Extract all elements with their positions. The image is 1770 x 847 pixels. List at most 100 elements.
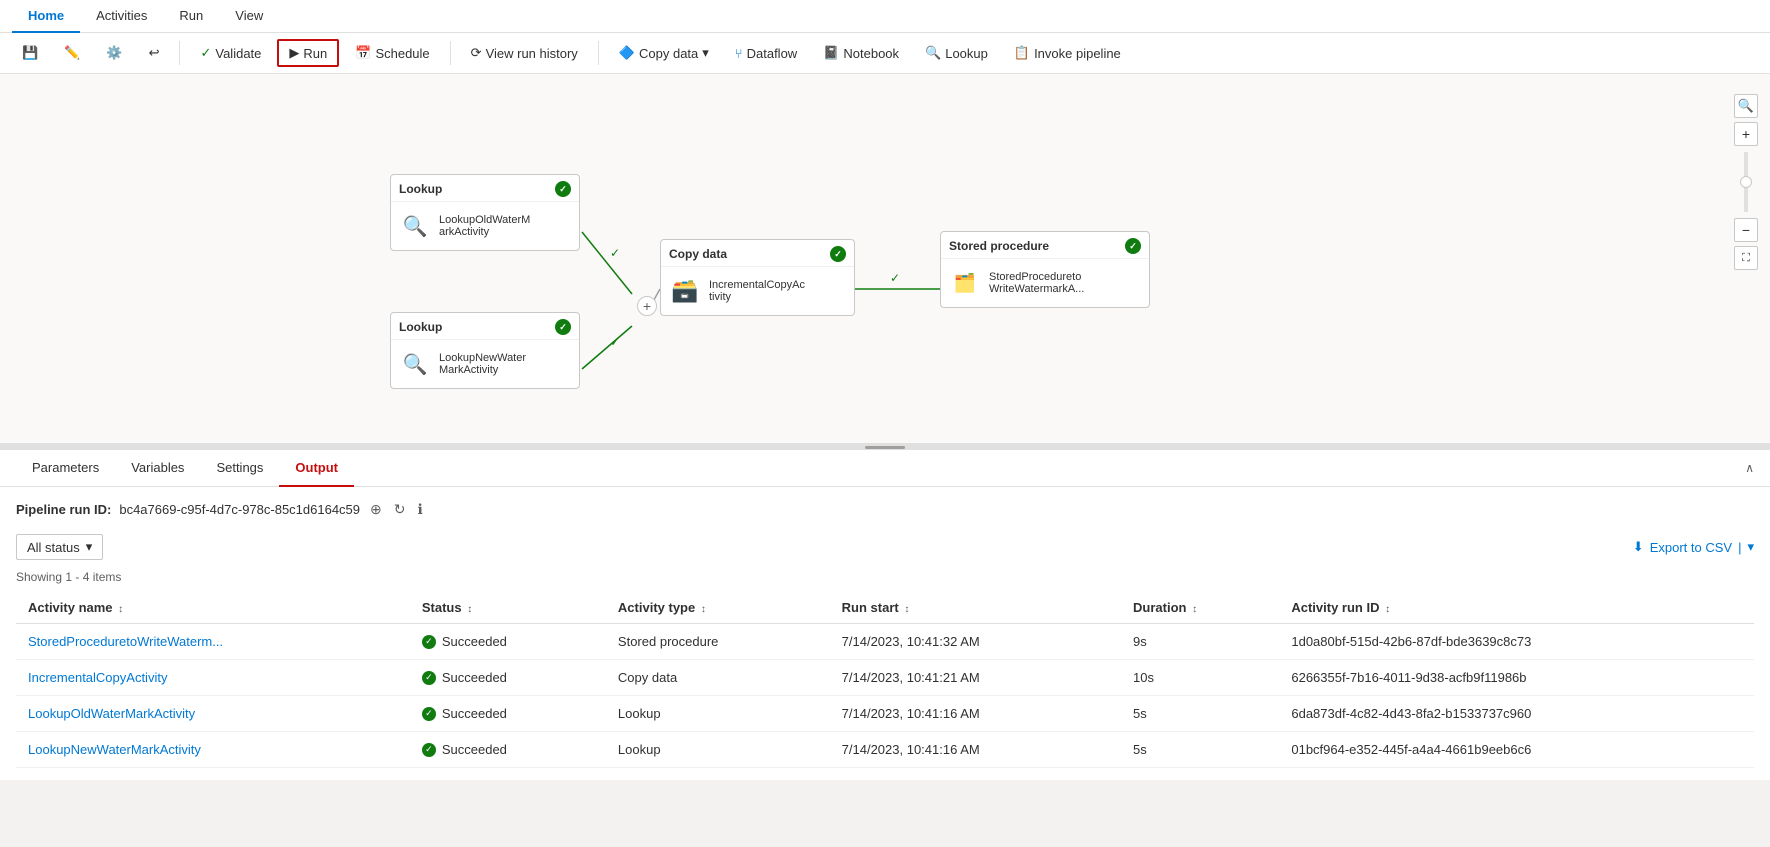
save-button[interactable]: 💾 (12, 40, 48, 66)
svg-text:✓: ✓ (890, 271, 900, 285)
cell-activity-name[interactable]: LookupOldWaterMarkActivity (16, 696, 410, 732)
activity-name-link[interactable]: StoredProceduretoWriteWaterm... (28, 634, 223, 649)
canvas-search-button[interactable]: 🔍 (1734, 94, 1758, 118)
cell-activity-name[interactable]: LookupNewWaterMarkActivity (16, 732, 410, 768)
view-run-history-button[interactable]: ⟳ View run history (461, 40, 588, 66)
sort-run-start-icon: ↕ (904, 604, 909, 615)
pipeline-canvas[interactable]: ✓ ✓ ✓ Lookup ✓ 🔍 LookupOldWaterMarkActiv… (0, 74, 1770, 444)
nav-tab-view[interactable]: View (219, 0, 279, 33)
edit-button[interactable]: ✏️ (54, 40, 90, 66)
edit-icon: ✏️ (64, 45, 80, 61)
status-succeeded-icon: ✓ (422, 635, 436, 649)
cell-run-start: 7/14/2023, 10:41:21 AM (830, 660, 1121, 696)
zoom-out-button[interactable]: − (1734, 218, 1758, 242)
refresh-button[interactable]: ↻ (392, 499, 408, 520)
panel-collapse-button[interactable]: ∧ (1745, 461, 1754, 475)
checkmark-icon: ✓ (200, 45, 211, 61)
storedproc-type-label: Stored procedure (949, 239, 1049, 253)
sort-run-id-icon: ↕ (1385, 604, 1390, 615)
dataflow-button[interactable]: ⑂ Dataflow (725, 41, 807, 66)
calendar-icon: 📅 (355, 45, 371, 61)
run-id-label: Pipeline run ID: (16, 502, 111, 517)
separator-1 (179, 41, 180, 65)
cell-activity-run-id: 01bcf964-e352-445f-a4a4-4661b9eeb6c6 (1279, 732, 1754, 768)
cell-status: ✓Succeeded (410, 624, 606, 660)
col-activity-name[interactable]: Activity name ↕ (16, 592, 410, 624)
export-csv-button[interactable]: ⬇ Export to CSV | ▾ (1633, 539, 1754, 555)
zoom-slider[interactable] (1744, 152, 1748, 212)
filter-bar: All status ▾ ⬇ Export to CSV | ▾ (16, 534, 1754, 560)
status-label: Succeeded (442, 670, 507, 685)
copydata-success-badge: ✓ (830, 246, 846, 262)
schedule-button[interactable]: 📅 Schedule (345, 40, 439, 66)
run-button[interactable]: ▶ Run (277, 39, 339, 67)
col-run-start[interactable]: Run start ↕ (830, 592, 1121, 624)
notebook-button[interactable]: 📓 Notebook (813, 40, 909, 66)
storedproc-node[interactable]: Stored procedure ✓ 🗂️ StoredProceduretoW… (940, 231, 1150, 308)
activity-name-link[interactable]: LookupOldWaterMarkActivity (28, 706, 195, 721)
cell-activity-type: Lookup (606, 732, 830, 768)
nav-tab-run[interactable]: Run (163, 0, 219, 33)
nav-tabs: Home Activities Run View (0, 0, 1770, 33)
tab-variables[interactable]: Variables (115, 450, 200, 487)
dataflow-icon: ⑂ (735, 46, 743, 61)
copydata-node[interactable]: Copy data ✓ 🗃️ IncrementalCopyActivity (660, 239, 855, 316)
tab-settings[interactable]: Settings (200, 450, 279, 487)
copydata-icon: 🗃️ (669, 275, 701, 307)
svg-text:✓: ✓ (610, 246, 620, 260)
tab-parameters[interactable]: Parameters (16, 450, 115, 487)
lookup2-success-badge: ✓ (555, 319, 571, 335)
settings-button[interactable]: ⚙️ (96, 40, 132, 66)
lookup2-icon: 🔍 (399, 348, 431, 380)
dropdown-chevron-icon: ▾ (702, 45, 709, 61)
validate-button[interactable]: ✓ Validate (190, 40, 271, 66)
table-row: LookupOldWaterMarkActivity✓SucceededLook… (16, 696, 1754, 732)
lookup1-icon: 🔍 (399, 210, 431, 242)
nav-tab-home[interactable]: Home (12, 0, 80, 33)
zoom-controls: 🔍 + − ⛶ (1734, 94, 1758, 270)
cell-duration: 5s (1121, 732, 1279, 768)
status-filter-dropdown[interactable]: All status ▾ (16, 534, 103, 560)
lookup-button[interactable]: 🔍 Lookup (915, 40, 998, 66)
info-button[interactable]: ℹ (416, 499, 425, 520)
col-status[interactable]: Status ↕ (410, 592, 606, 624)
lookup1-type-label: Lookup (399, 182, 442, 196)
pipeline-connectors: ✓ ✓ ✓ (0, 74, 1770, 443)
notebook-icon: 📓 (823, 45, 839, 61)
zoom-handle[interactable] (1740, 176, 1752, 188)
tab-output[interactable]: Output (279, 450, 354, 487)
export-chevron-icon: | (1738, 540, 1741, 555)
lookup2-node[interactable]: Lookup ✓ 🔍 LookupNewWaterMarkActivity (390, 312, 580, 389)
export-dropdown-icon: ▾ (1747, 539, 1754, 555)
storedproc-success-badge: ✓ (1125, 238, 1141, 254)
lookup1-node[interactable]: Lookup ✓ 🔍 LookupOldWaterMarkActivity (390, 174, 580, 251)
cell-activity-name[interactable]: StoredProceduretoWriteWaterm... (16, 624, 410, 660)
cell-activity-type: Stored procedure (606, 624, 830, 660)
col-activity-run-id[interactable]: Activity run ID ↕ (1279, 592, 1754, 624)
col-activity-type[interactable]: Activity type ↕ (606, 592, 830, 624)
cell-run-start: 7/14/2023, 10:41:16 AM (830, 696, 1121, 732)
plus-connector[interactable]: + (637, 296, 657, 316)
lookup-icon: 🔍 (925, 45, 941, 61)
fullscreen-button[interactable]: ⛶ (1734, 246, 1758, 270)
cell-duration: 5s (1121, 696, 1279, 732)
cell-activity-run-id: 6da873df-4c82-4d43-8fa2-b1533737c960 (1279, 696, 1754, 732)
pipeline-run-id-row: Pipeline run ID: bc4a7669-c95f-4d7c-978c… (16, 499, 1754, 520)
cell-activity-run-id: 6266355f-7b16-4011-9d38-acfb9f11986b (1279, 660, 1754, 696)
zoom-in-button[interactable]: + (1734, 122, 1758, 146)
copydata-type-label: Copy data (669, 247, 727, 261)
separator-2 (450, 41, 451, 65)
cell-activity-name[interactable]: IncrementalCopyActivity (16, 660, 410, 696)
nav-tab-activities[interactable]: Activities (80, 0, 163, 33)
copy-data-button[interactable]: 🔷 Copy data ▾ (609, 40, 719, 66)
bottom-panel: Parameters Variables Settings Output ∧ P… (0, 450, 1770, 780)
download-icon: ⬇ (1633, 539, 1644, 555)
copy-run-id-button[interactable]: ⊕ (368, 499, 384, 520)
activity-name-link[interactable]: IncrementalCopyActivity (28, 670, 167, 685)
activity-name-link[interactable]: LookupNewWaterMarkActivity (28, 742, 201, 757)
col-duration[interactable]: Duration ↕ (1121, 592, 1279, 624)
undo-button[interactable]: ↩ (139, 40, 170, 66)
storedproc-icon: 🗂️ (949, 267, 981, 299)
settings-icon: ⚙️ (106, 45, 122, 61)
invoke-pipeline-button[interactable]: 📋 Invoke pipeline (1004, 40, 1131, 66)
